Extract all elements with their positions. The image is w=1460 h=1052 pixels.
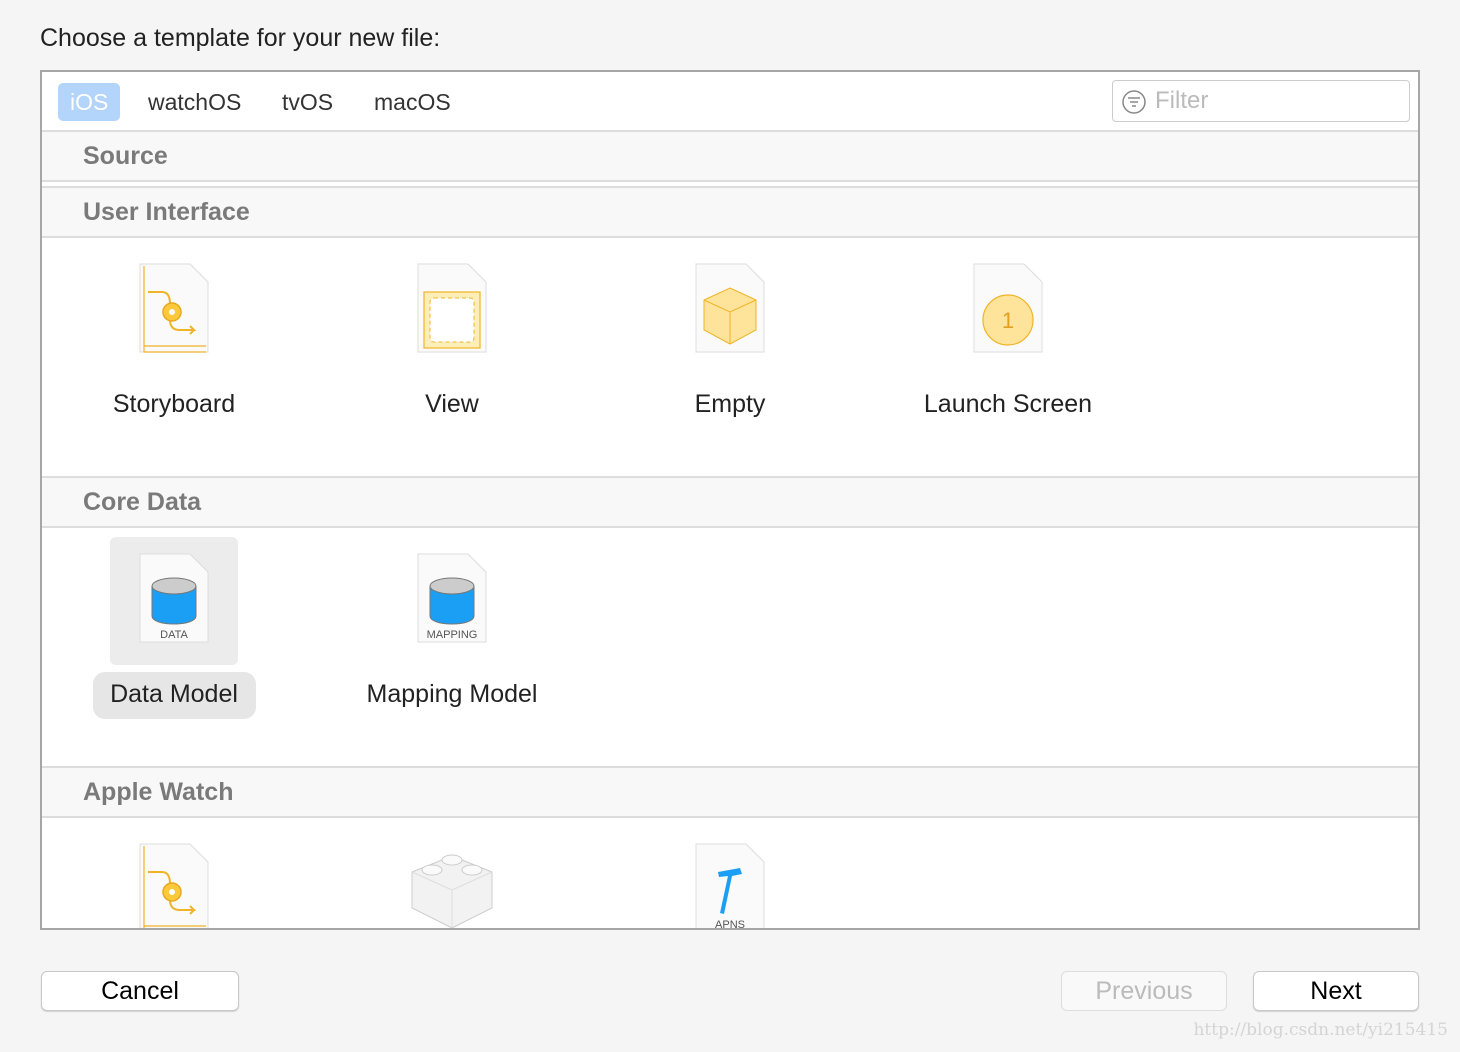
svg-text:DATA: DATA bbox=[160, 629, 188, 641]
empty-cube-icon bbox=[695, 263, 765, 353]
template-watch-storyboard[interactable] bbox=[74, 818, 274, 928]
filter-icon bbox=[1122, 90, 1146, 114]
template-chooser: iOS watchOS tvOS macOS Source User Inter… bbox=[40, 70, 1420, 930]
data-model-icon: DATA bbox=[139, 553, 209, 643]
template-label: Storyboard bbox=[112, 390, 236, 418]
svg-text:1: 1 bbox=[1002, 308, 1014, 333]
view-icon bbox=[417, 263, 487, 353]
lego-block-icon bbox=[411, 854, 493, 928]
tab-ios[interactable]: iOS bbox=[58, 83, 121, 121]
template-launch-screen[interactable]: 1 Launch Screen bbox=[908, 238, 1108, 476]
svg-text:APNS: APNS bbox=[715, 919, 745, 930]
section-header-user-interface: User Interface bbox=[42, 186, 1418, 238]
core-data-templates: DATA Data Model MAPPING Mapping Model bbox=[42, 528, 1418, 766]
section-header-apple-watch: Apple Watch bbox=[42, 766, 1418, 818]
template-view[interactable]: View bbox=[352, 238, 552, 476]
template-label: View bbox=[425, 390, 479, 418]
watermark: http://blog.csdn.net/yi215415 bbox=[1193, 1020, 1448, 1040]
dialog-title: Choose a template for your new file: bbox=[40, 24, 441, 52]
template-storyboard[interactable]: Storyboard bbox=[74, 238, 274, 476]
template-data-model[interactable]: DATA Data Model bbox=[74, 528, 274, 766]
svg-text:MAPPING: MAPPING bbox=[427, 629, 478, 641]
template-mapping-model[interactable]: MAPPING Mapping Model bbox=[352, 528, 552, 766]
platform-tab-bar: iOS watchOS tvOS macOS bbox=[42, 72, 1418, 130]
template-label: Launch Screen bbox=[923, 390, 1093, 418]
template-label: Mapping Model bbox=[366, 680, 538, 708]
launch-screen-icon: 1 bbox=[973, 263, 1043, 353]
template-watch-block[interactable] bbox=[352, 818, 552, 928]
template-label: Data Model bbox=[110, 680, 238, 708]
tab-watchos[interactable]: watchOS bbox=[136, 83, 253, 121]
mapping-model-icon: MAPPING bbox=[417, 553, 487, 643]
cancel-button[interactable]: Cancel bbox=[41, 971, 239, 1011]
tab-tvos[interactable]: tvOS bbox=[270, 83, 345, 121]
previous-button[interactable]: Previous bbox=[1061, 971, 1227, 1011]
template-apns[interactable]: APNS bbox=[630, 818, 830, 930]
section-header-source: Source bbox=[42, 130, 1418, 182]
apple-watch-templates: APNS bbox=[42, 818, 1418, 930]
next-button[interactable]: Next bbox=[1253, 971, 1419, 1011]
filter-field[interactable] bbox=[1112, 80, 1410, 122]
filter-input[interactable] bbox=[1155, 85, 1395, 117]
template-label: Empty bbox=[694, 390, 766, 418]
section-header-core-data: Core Data bbox=[42, 476, 1418, 528]
user-interface-templates: Storyboard View Empty 1 Launch Screen bbox=[42, 238, 1418, 476]
apns-icon: APNS bbox=[695, 843, 765, 930]
tab-macos[interactable]: macOS bbox=[362, 83, 463, 121]
watch-storyboard-icon bbox=[139, 843, 209, 928]
template-empty[interactable]: Empty bbox=[630, 238, 830, 476]
storyboard-icon bbox=[139, 263, 209, 353]
